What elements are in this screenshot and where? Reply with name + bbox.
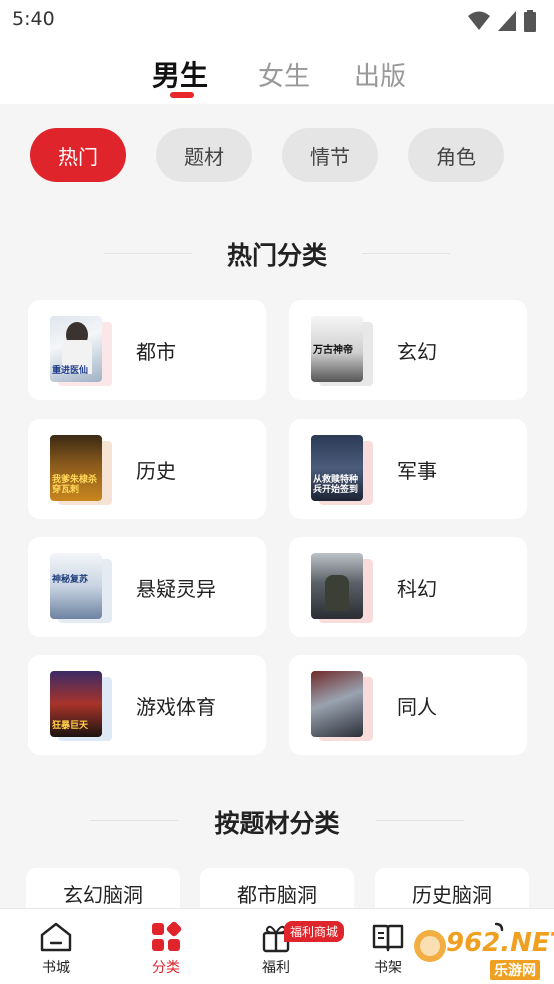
- bookshelf-icon: [372, 924, 404, 952]
- home-icon: [40, 922, 72, 952]
- category-label: 游戏体育: [136, 695, 216, 719]
- category-card-mystery[interactable]: 神秘复苏 悬疑灵异: [28, 537, 266, 637]
- category-card-urban[interactable]: 重进医仙 都市: [28, 300, 266, 400]
- nav-bookstore[interactable]: 书城: [16, 921, 96, 977]
- chip-hot[interactable]: 热门: [30, 128, 126, 182]
- tab-publishing[interactable]: 出版: [354, 56, 406, 93]
- category-label: 同人: [397, 695, 437, 719]
- status-time: 5:40: [12, 8, 55, 30]
- book-cover: 狂暴巨天: [50, 671, 112, 741]
- status-bar: 5:40: [0, 0, 554, 40]
- cover-title: 神秘复苏: [52, 575, 89, 585]
- tab-female[interactable]: 女生: [258, 56, 310, 93]
- category-card-history[interactable]: 我爹朱棣杀穿瓦剌 历史: [28, 419, 266, 519]
- section-divider-right: [362, 253, 450, 254]
- filter-chips: 热门 题材 情节 角色: [0, 128, 554, 184]
- hot-categories-title: 热门分类: [226, 241, 327, 270]
- book-cover: 重进医仙: [50, 316, 112, 386]
- book-cover: 神秘复苏: [50, 553, 112, 623]
- category-label: 悬疑灵异: [136, 577, 216, 601]
- cover-title: 狂暴巨天: [52, 721, 89, 731]
- chip-plot[interactable]: 情节: [282, 128, 378, 182]
- category-card-military[interactable]: 从救赎特种兵开始签到 军事: [289, 419, 527, 519]
- chip-role[interactable]: 角色: [408, 128, 504, 182]
- cover-title: 万古神帝: [313, 345, 353, 356]
- signal-icon: [498, 11, 516, 31]
- tab-male[interactable]: 男生: [152, 54, 208, 94]
- category-card-fanfic[interactable]: 同人: [289, 655, 527, 755]
- book-cover: [311, 553, 373, 623]
- gender-tabs: 男生 女生 出版: [0, 40, 554, 104]
- theme-categories-title: 按题材分类: [214, 809, 340, 838]
- book-cover: [311, 671, 373, 741]
- book-cover: 从救赎特种兵开始签到: [311, 435, 373, 505]
- welfare-mall-badge[interactable]: 福利商城: [284, 921, 345, 942]
- category-card-scifi[interactable]: 科幻: [289, 537, 527, 637]
- category-label: 军事: [397, 459, 437, 483]
- category-card-games-sports[interactable]: 狂暴巨天 游戏体育: [28, 655, 266, 755]
- book-cover: 万古神帝: [311, 316, 373, 386]
- category-label: 玄幻: [397, 340, 437, 364]
- category-label: 都市: [136, 340, 176, 364]
- category-label: 历史: [136, 459, 176, 483]
- category-icon: [152, 921, 182, 951]
- chip-theme[interactable]: 题材: [156, 128, 252, 182]
- active-tab-indicator: [170, 92, 194, 98]
- nav-label: 福利: [262, 960, 290, 976]
- cover-title: 我爹朱棣杀穿瓦剌: [52, 475, 98, 495]
- nav-label: 书城: [42, 960, 70, 976]
- nav-category[interactable]: 分类: [126, 921, 206, 977]
- watermark-sub: 乐游网: [490, 960, 540, 980]
- wifi-icon: [468, 11, 490, 30]
- cover-title: 重进医仙: [52, 366, 89, 376]
- category-label: 科幻: [397, 577, 437, 601]
- battery-icon: [524, 10, 536, 32]
- section-divider-right: [376, 820, 464, 821]
- site-watermark: 962.NET 乐游网: [412, 922, 554, 982]
- watermark-brand: 962.NET: [446, 928, 554, 958]
- nav-label: 分类: [152, 960, 180, 976]
- cover-title: 从救赎特种兵开始签到: [313, 475, 359, 495]
- status-icons: [468, 10, 536, 32]
- book-cover: 我爹朱棣杀穿瓦剌: [50, 435, 112, 505]
- category-card-fantasy[interactable]: 万古神帝 玄幻: [289, 300, 527, 400]
